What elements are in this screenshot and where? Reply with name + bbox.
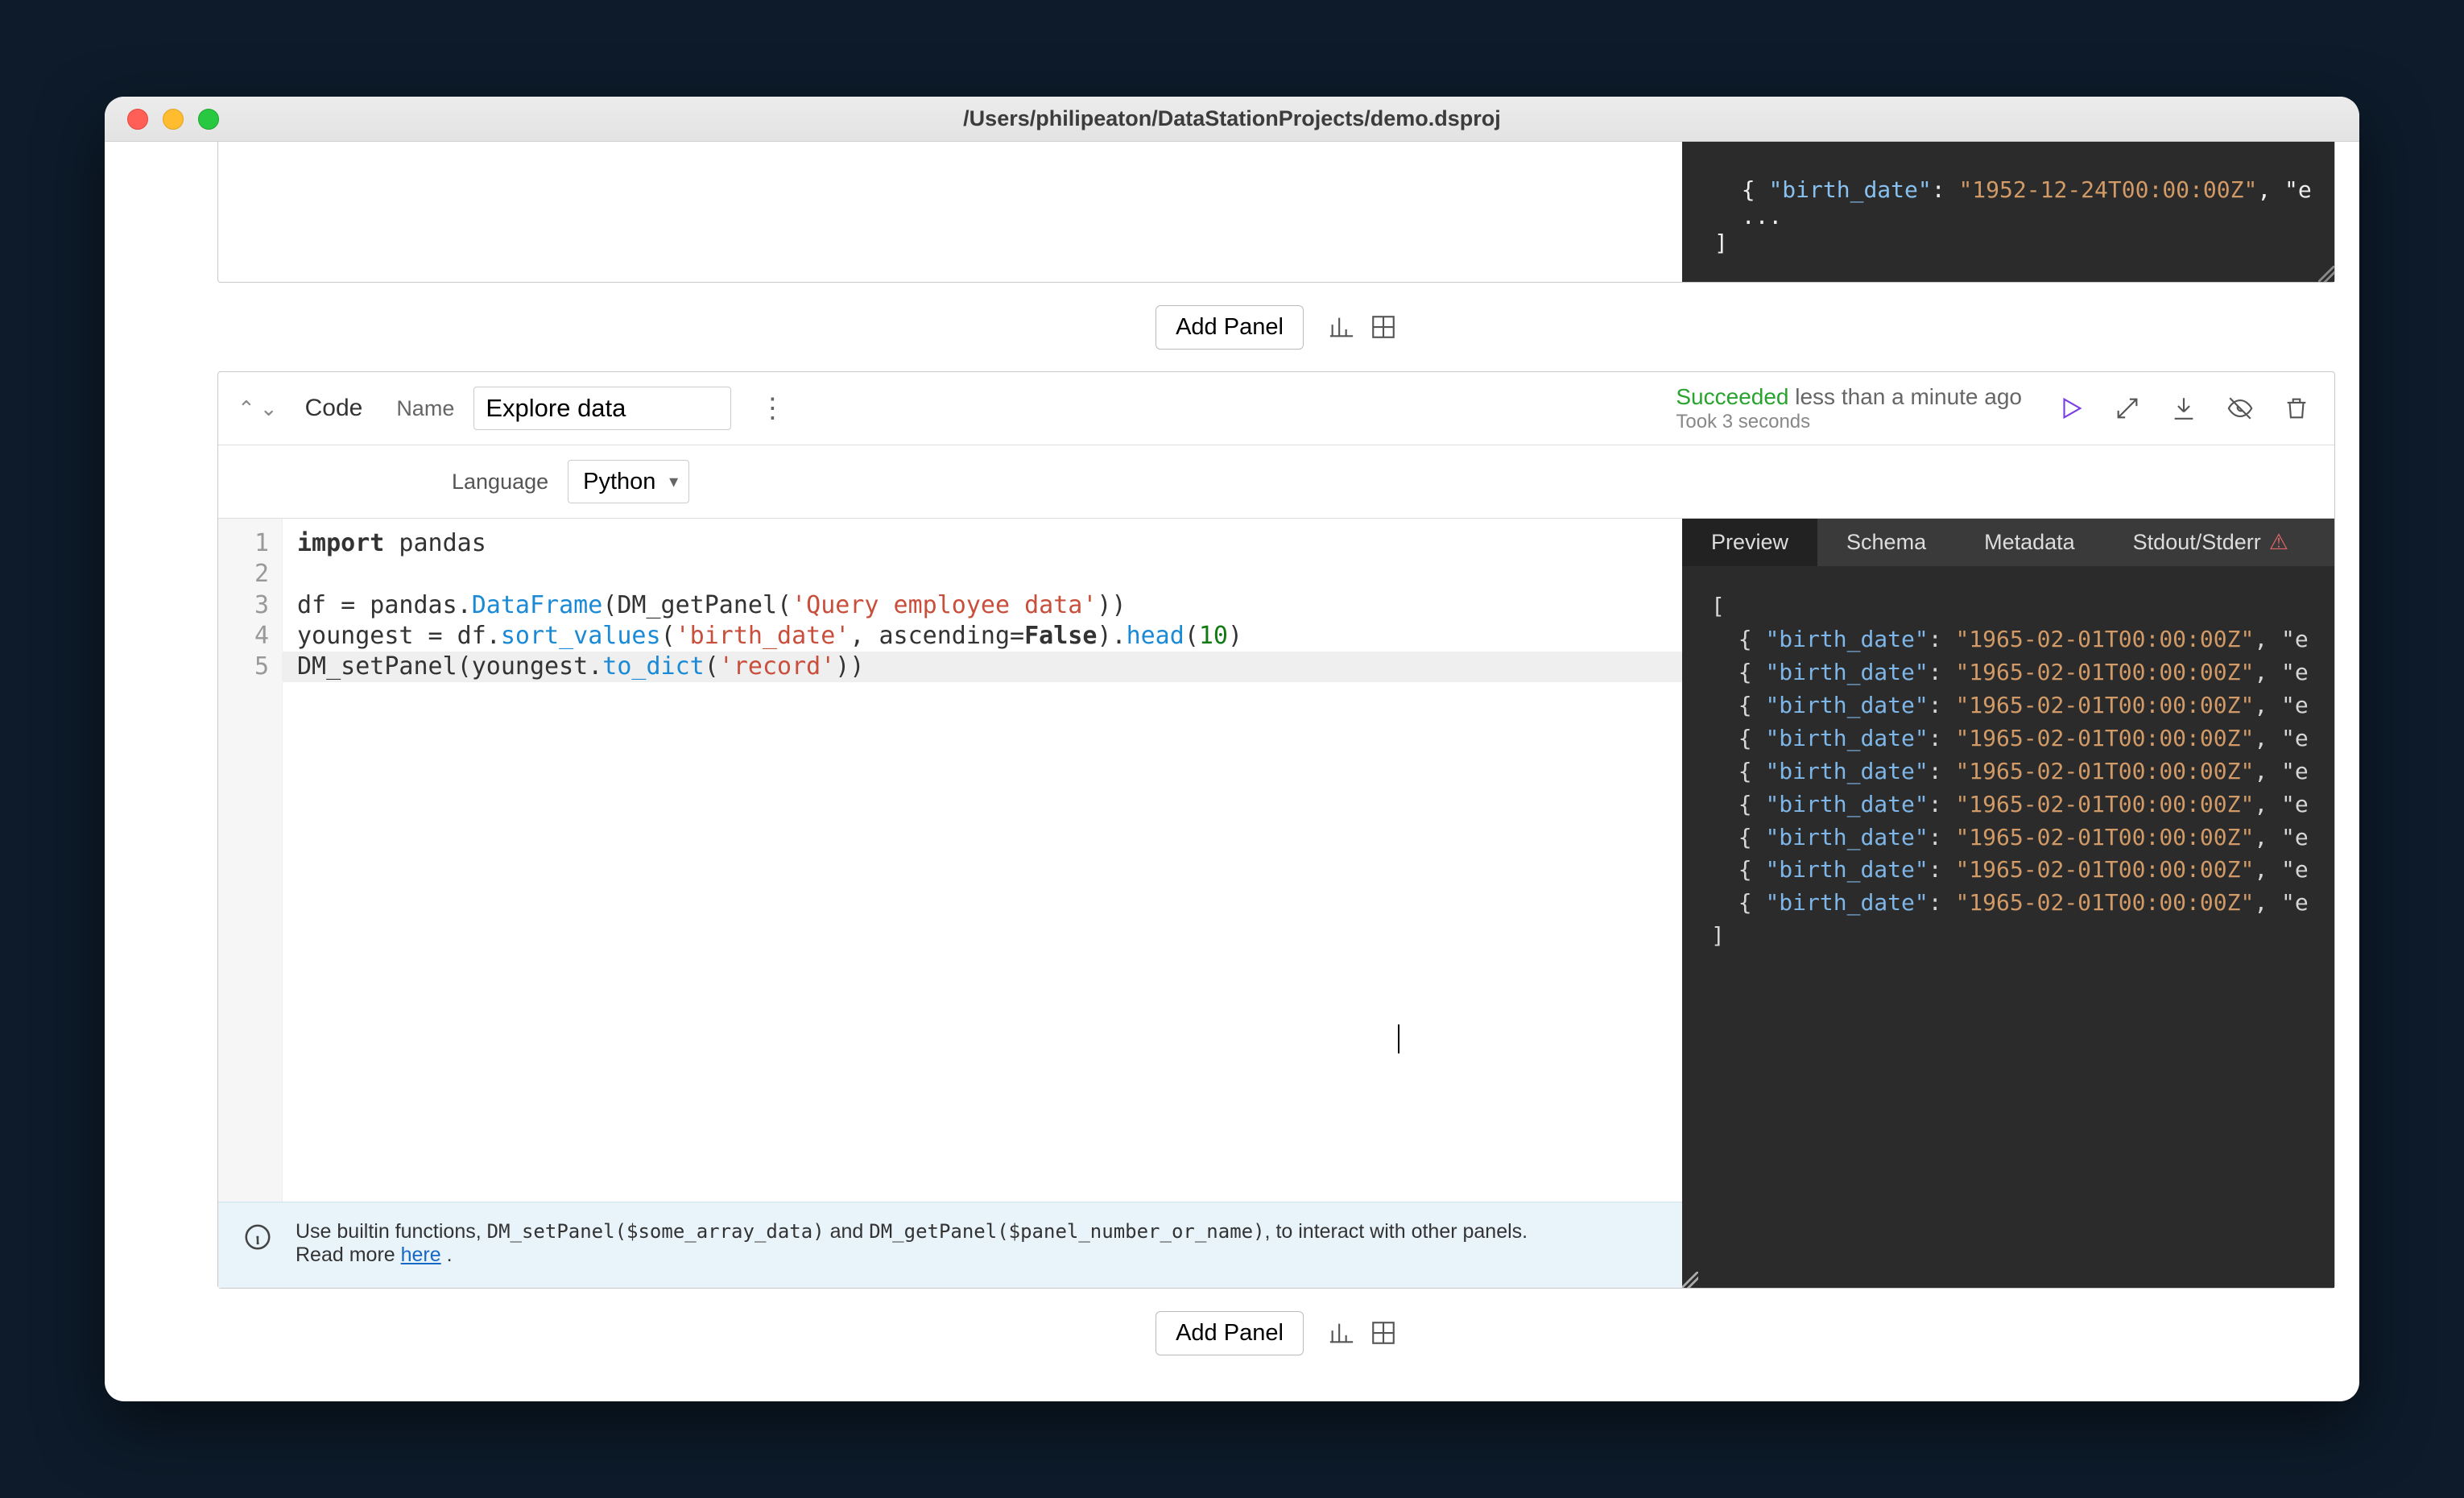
panel-status: Succeeded less than a minute ago Took 3 … [1676, 383, 2022, 433]
previous-panel: { "birth_date": "1952-12-24T00:00:00Z", … [217, 142, 2335, 283]
collapse-up-icon[interactable]: ⌃ [238, 396, 255, 421]
app-window: /Users/philipeaton/DataStationProjects/d… [105, 97, 2359, 1401]
resize-handle[interactable] [1682, 1272, 1698, 1288]
warning-icon: ⚠ [2269, 530, 2288, 555]
panel-actions [2057, 395, 2310, 422]
info-banner: Use builtin functions, DM_setPanel($some… [218, 1202, 1682, 1288]
tab-metadata[interactable]: Metadata [1955, 519, 2104, 566]
line-gutter: 12345 [218, 519, 283, 1202]
panel-subheader: Language Python [218, 445, 2334, 519]
panel-name-label: Name [396, 396, 454, 421]
read-more-link[interactable]: here [401, 1244, 441, 1266]
tab-preview[interactable]: Preview [1682, 519, 1817, 566]
panel-type-label: Code [305, 395, 363, 422]
previous-panel-editor [218, 142, 1682, 282]
resize-handle[interactable] [2318, 266, 2334, 282]
chart-icon[interactable] [1328, 1319, 1355, 1347]
run-icon[interactable] [2057, 395, 2085, 422]
titlebar: /Users/philipeaton/DataStationProjects/d… [105, 97, 2359, 142]
editor-column: 12345 import pandas df = pandas.DataFram… [218, 519, 1682, 1288]
code-panel: ⌃ ⌄ Code Name ⋮ Succeeded less than a mi… [217, 371, 2335, 1289]
tab-stdout[interactable]: Stdout/Stderr⚠ [2104, 519, 2317, 566]
code-area[interactable]: import pandas df = pandas.DataFrame(DM_g… [283, 519, 1682, 1202]
preview-output: [ { "birth_date": "1965-02-01T00:00:00Z"… [1682, 566, 2334, 1288]
hide-icon[interactable] [2226, 395, 2254, 422]
output-column: Preview Schema Metadata Stdout/Stderr⚠ [… [1682, 519, 2334, 1288]
maximize-window-button[interactable] [198, 109, 219, 130]
delete-icon[interactable] [2283, 395, 2310, 422]
info-icon [242, 1222, 273, 1252]
grid-icon[interactable] [1370, 1319, 1397, 1347]
window-title: /Users/philipeaton/DataStationProjects/d… [963, 106, 1501, 131]
panel-header: ⌃ ⌄ Code Name ⋮ Succeeded less than a mi… [218, 372, 2334, 445]
grid-icon[interactable] [1370, 313, 1397, 341]
language-label: Language [452, 470, 548, 495]
chart-icon[interactable] [1328, 313, 1355, 341]
panel-body: 12345 import pandas df = pandas.DataFram… [218, 519, 2334, 1288]
expand-icon[interactable] [2114, 395, 2141, 422]
panel-name-input[interactable] [473, 387, 731, 430]
text-cursor [1398, 1024, 1399, 1053]
language-select[interactable]: Python [568, 460, 689, 503]
minimize-window-button[interactable] [163, 109, 184, 130]
window-controls [127, 109, 219, 130]
add-panel-row-bottom: Add Panel [217, 1289, 2335, 1377]
viewport: { "birth_date": "1952-12-24T00:00:00Z", … [105, 142, 2359, 1401]
code-editor[interactable]: 12345 import pandas df = pandas.DataFram… [218, 519, 1682, 1202]
add-panel-row-top: Add Panel [217, 283, 2335, 371]
download-icon[interactable] [2170, 395, 2197, 422]
collapse-down-icon[interactable]: ⌄ [260, 396, 278, 421]
output-tabs: Preview Schema Metadata Stdout/Stderr⚠ [1682, 519, 2334, 566]
add-panel-button[interactable]: Add Panel [1156, 305, 1304, 350]
close-window-button[interactable] [127, 109, 148, 130]
panel-menu-icon[interactable]: ⋮ [759, 392, 786, 424]
previous-panel-output: { "birth_date": "1952-12-24T00:00:00Z", … [1682, 142, 2334, 282]
add-panel-button[interactable]: Add Panel [1156, 1311, 1304, 1355]
tab-schema[interactable]: Schema [1817, 519, 1955, 566]
